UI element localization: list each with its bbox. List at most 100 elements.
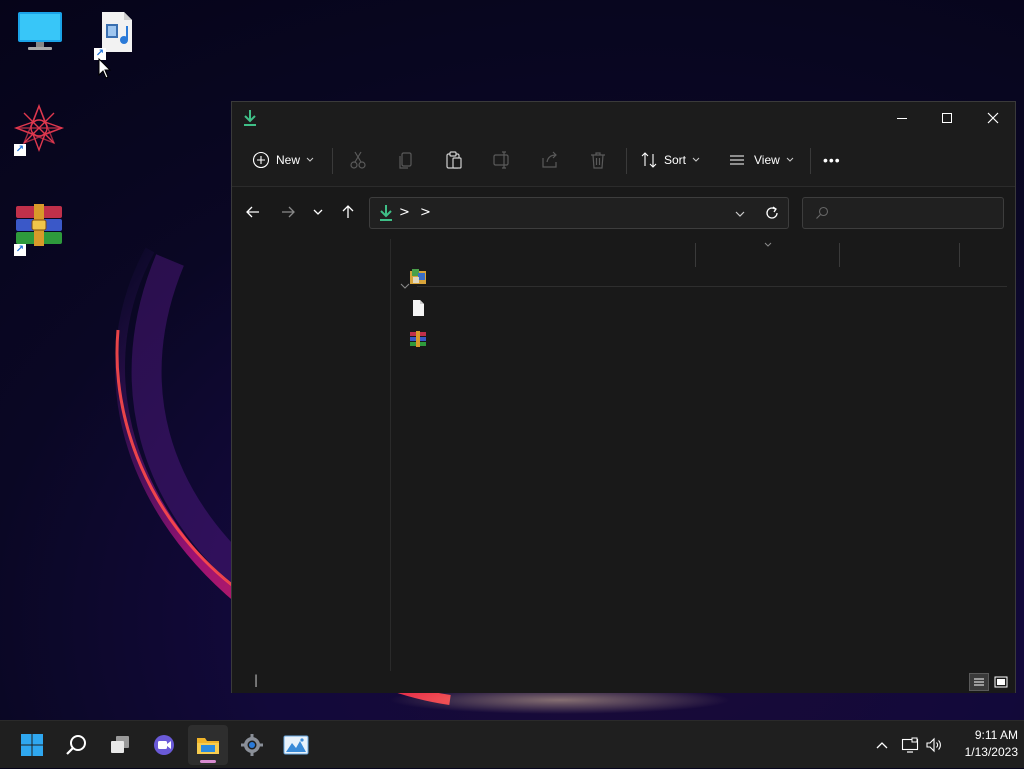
recent-locations-button[interactable] — [304, 197, 332, 227]
cut-icon — [350, 151, 366, 169]
file-item[interactable] — [409, 268, 429, 288]
task-view-icon — [111, 736, 129, 753]
chat-icon — [154, 735, 174, 755]
toolbar-divider — [332, 148, 333, 174]
chevron-down-icon — [692, 157, 700, 162]
shortcut-arrow-icon: ↗ — [14, 144, 26, 156]
paste-icon — [446, 151, 462, 169]
settings-taskbar-button[interactable] — [232, 725, 272, 765]
maximize-icon — [942, 113, 952, 123]
navigation-pane[interactable] — [232, 239, 391, 671]
maximize-button[interactable] — [924, 102, 970, 134]
paste-button[interactable] — [444, 134, 464, 186]
file-explorer-taskbar-button[interactable] — [188, 725, 228, 765]
details-view-icon — [974, 678, 984, 686]
sort-button[interactable]: Sort — [640, 134, 701, 186]
clock-date: 1/13/2023 — [964, 745, 1018, 759]
column-headers — [391, 239, 1015, 269]
more-options-label: ••• — [823, 152, 841, 168]
file-item[interactable] — [409, 330, 429, 350]
installer-package-icon — [409, 269, 427, 290]
clock-time: 9:11 AM — [974, 728, 1018, 742]
sort-label: Sort — [664, 153, 687, 167]
network-icon — [901, 737, 919, 753]
active-app-indicator — [200, 760, 216, 763]
title-bar[interactable] — [232, 102, 1015, 134]
command-bar: New Sort View ••• — [232, 134, 1015, 187]
shortcut-arrow-icon: ↗ — [14, 244, 26, 256]
file-explorer-icon — [197, 738, 219, 754]
back-button[interactable] — [239, 197, 267, 227]
volume-icon — [926, 737, 941, 753]
search-input[interactable] — [835, 202, 999, 226]
copy-button[interactable] — [396, 134, 416, 186]
file-item[interactable] — [409, 299, 429, 319]
downloads-icon — [380, 205, 392, 221]
status-bar: | — [232, 671, 1015, 693]
chevron-down-icon[interactable] — [734, 209, 746, 219]
show-hidden-icons-button[interactable] — [870, 721, 894, 769]
arrow-up-icon — [342, 205, 354, 218]
close-button[interactable] — [970, 102, 1016, 134]
blank-document-icon — [409, 300, 427, 321]
refresh-icon[interactable] — [764, 205, 780, 221]
arrow-left-icon — [246, 206, 259, 218]
sort-icon — [641, 152, 657, 168]
group-header-divider — [417, 286, 1007, 287]
toolbar-divider — [626, 148, 627, 174]
monitor-icon — [18, 12, 62, 50]
chat-button[interactable] — [144, 725, 184, 765]
mouse-cursor-icon — [98, 58, 112, 79]
start-button[interactable] — [12, 725, 52, 765]
new-label: New — [276, 153, 301, 167]
search-box[interactable] — [802, 197, 1004, 229]
sort-chevron-icon — [764, 242, 772, 247]
share-icon — [542, 151, 557, 168]
column-divider[interactable] — [695, 243, 696, 267]
minimize-icon — [897, 118, 907, 119]
chevron-up-icon — [876, 742, 888, 749]
rename-icon — [493, 151, 509, 169]
photos-taskbar-button[interactable] — [276, 725, 316, 765]
desktop-icon-winrar[interactable]: ↗ — [10, 204, 70, 264]
minimize-button[interactable] — [879, 102, 925, 134]
plus-circle-icon — [252, 151, 270, 169]
cut-button[interactable] — [348, 134, 368, 186]
desktop-icon-this-pc[interactable] — [10, 6, 70, 66]
network-status-button[interactable] — [898, 721, 922, 769]
chevron-down-icon — [306, 157, 314, 162]
close-icon — [987, 112, 999, 124]
breadcrumb-separator[interactable]: > — [420, 205, 431, 220]
address-bar[interactable]: > > — [369, 197, 789, 229]
more-options-button[interactable]: ••• — [823, 134, 841, 186]
downloads-icon — [244, 110, 256, 126]
desktop-icon-fractal-app[interactable]: ↗ — [10, 104, 70, 164]
share-button[interactable] — [540, 134, 560, 186]
breadcrumb-separator[interactable]: > — [399, 205, 410, 220]
new-button[interactable]: New — [252, 134, 315, 186]
volume-button[interactable] — [922, 721, 946, 769]
details-view-button[interactable] — [969, 673, 989, 691]
file-list[interactable] — [391, 239, 1015, 671]
up-button[interactable] — [334, 197, 362, 227]
large-icons-view-button[interactable] — [991, 673, 1011, 691]
delete-button[interactable] — [588, 134, 608, 186]
column-divider[interactable] — [959, 243, 960, 267]
toolbar-divider — [810, 148, 811, 174]
copy-icon — [399, 152, 412, 169]
desktop-icon-media-file[interactable]: ↗ — [90, 6, 150, 66]
forward-button[interactable] — [274, 197, 302, 227]
view-button[interactable]: View — [728, 134, 795, 186]
taskbar-search-button[interactable] — [56, 725, 96, 765]
file-explorer-window[interactable]: New Sort View ••• > > | — [231, 101, 1016, 693]
rename-button[interactable] — [492, 134, 512, 186]
column-divider[interactable] — [839, 243, 840, 267]
taskbar: 9:11 AM 1/13/2023 — [0, 720, 1024, 768]
delete-icon — [591, 152, 605, 169]
task-view-button[interactable] — [100, 725, 140, 765]
winrar-archive-icon — [409, 331, 427, 352]
view-label: View — [754, 153, 780, 167]
start-icon — [21, 734, 43, 756]
clock[interactable]: 9:11 AM 1/13/2023 — [952, 727, 1018, 763]
photos-icon — [283, 735, 309, 755]
